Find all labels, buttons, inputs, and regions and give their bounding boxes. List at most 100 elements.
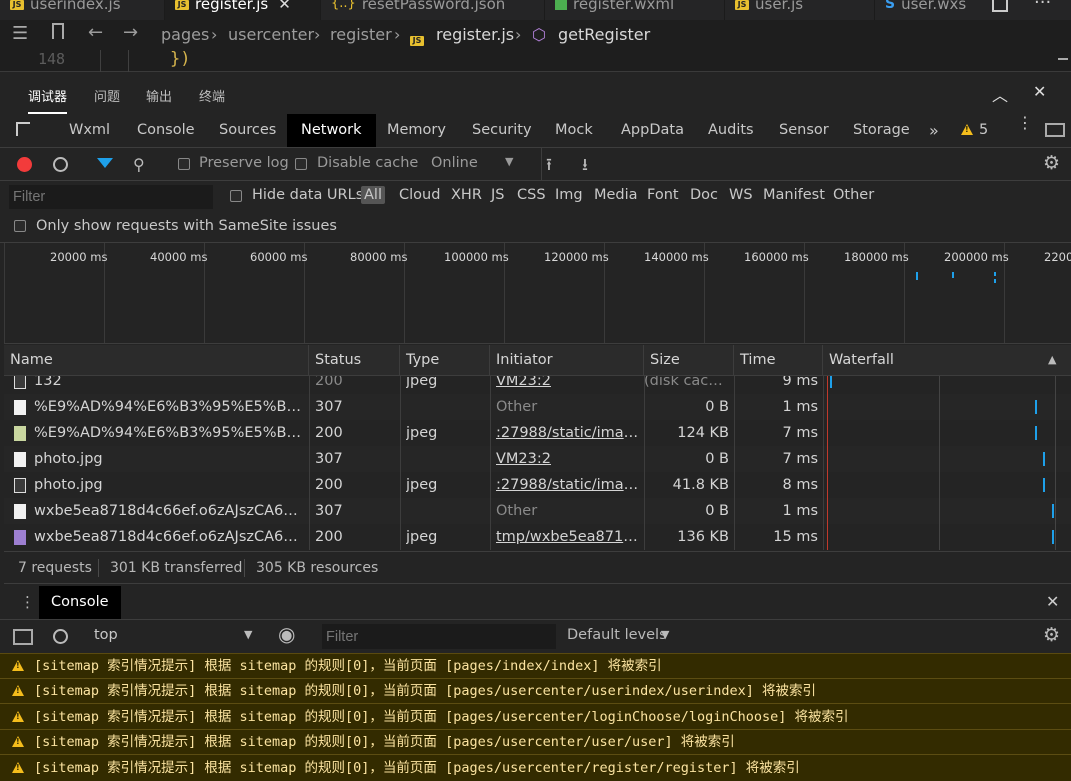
throttle-select[interactable]: Online <box>431 155 478 171</box>
console-warning-message[interactable]: [sitemap 索引情况提示] 根据 sitemap 的规则[0]，当前页面 … <box>0 705 1071 730</box>
request-initiator[interactable]: VM23:2 <box>496 446 640 472</box>
gear-icon[interactable]: ⚙ <box>1043 152 1060 174</box>
column-initiator[interactable]: Initiator <box>490 345 644 376</box>
request-initiator[interactable]: tmp/wxbe5ea8718... <box>496 524 640 550</box>
log-levels-select[interactable]: Default levels <box>567 627 667 643</box>
tab-console[interactable]: Console <box>137 114 195 147</box>
gear-icon[interactable]: ⚙ <box>1043 624 1060 646</box>
network-overview-timeline[interactable]: 20000 ms 40000 ms 60000 ms 80000 ms 1000… <box>4 243 1071 344</box>
breadcrumb-register-js[interactable]: register.js <box>436 25 514 44</box>
bookmark-icon[interactable] <box>52 23 64 39</box>
dock-icon[interactable] <box>1045 123 1065 137</box>
disable-cache-checkbox[interactable] <box>295 158 307 170</box>
hide-data-urls-checkbox[interactable] <box>230 190 242 202</box>
table-row[interactable]: wxbe5ea8718d4c66ef.o6zAJszCA6o_M... 307 … <box>4 498 1071 524</box>
column-size[interactable]: Size <box>644 345 734 376</box>
more-tabs-icon[interactable]: » <box>929 114 939 147</box>
column-name[interactable]: Name <box>4 345 309 376</box>
tab-debugger[interactable]: 调试器 <box>28 86 68 114</box>
breadcrumb-register[interactable]: register <box>330 25 392 44</box>
column-time[interactable]: Time <box>734 345 823 376</box>
editor-tab-userindex[interactable]: JS userindex.js <box>0 0 165 20</box>
filter-type-all[interactable]: All <box>361 186 385 204</box>
forward-arrow-icon[interactable]: → <box>123 22 138 43</box>
filter-icon[interactable] <box>97 158 113 168</box>
context-select[interactable]: top <box>94 627 118 643</box>
tab-terminal[interactable]: 终端 <box>199 86 225 105</box>
preserve-log-checkbox[interactable] <box>178 158 190 170</box>
chevron-up-icon[interactable]: ︿ <box>992 82 1008 106</box>
filter-type-media[interactable]: Media <box>594 187 638 203</box>
console-warning-message[interactable]: [sitemap 索引情况提示] 根据 sitemap 的规则[0]，当前页面 … <box>0 654 1071 679</box>
filter-type-xhr[interactable]: XHR <box>451 187 482 203</box>
breadcrumb-usercenter[interactable]: usercenter <box>228 25 314 44</box>
request-initiator[interactable]: VM23:2 <box>496 376 640 394</box>
export-har-icon[interactable]: ⭳ <box>582 152 588 181</box>
back-arrow-icon[interactable]: ← <box>88 22 103 43</box>
filter-type-img[interactable]: Img <box>555 187 583 203</box>
tab-security[interactable]: Security <box>472 114 532 147</box>
clear-icon[interactable] <box>53 157 68 172</box>
filter-type-font[interactable]: Font <box>647 187 679 203</box>
tab-wxml[interactable]: Wxml <box>69 114 110 147</box>
close-icon[interactable]: ✕ <box>1033 82 1046 101</box>
close-icon[interactable]: ✕ <box>1046 592 1059 611</box>
editor-tab-resetpassword[interactable]: {..} resetPassword.json <box>321 0 545 20</box>
tab-problems[interactable]: 问题 <box>94 86 120 105</box>
record-icon[interactable] <box>17 157 32 172</box>
chevron-down-icon[interactable]: ▼ <box>505 155 513 168</box>
filter-input[interactable] <box>9 185 213 209</box>
inspect-element-icon[interactable] <box>16 122 30 136</box>
filter-type-css[interactable]: CSS <box>517 187 546 203</box>
table-row[interactable]: photo.jpg 200 jpeg :27988/static/image..… <box>4 472 1071 498</box>
table-row[interactable]: wxbe5ea8718d4c66ef.o6zAJszCA6o_M... 200 … <box>4 524 1071 550</box>
console-warning-message[interactable]: [sitemap 索引情况提示] 根据 sitemap 的规则[0]，当前页面 … <box>0 679 1071 704</box>
close-icon[interactable]: ✕ <box>278 0 291 12</box>
editor-tab-register-js[interactable]: JS register.js ✕ <box>165 0 321 20</box>
tab-mock[interactable]: Mock <box>555 114 593 147</box>
tab-output[interactable]: 输出 <box>146 86 172 105</box>
editor-tab-user-wxs[interactable]: S user.wxs <box>875 0 985 20</box>
tab-audits[interactable]: Audits <box>708 114 754 147</box>
chevron-down-icon[interactable]: ▼ <box>244 628 252 641</box>
console-warning-message[interactable]: [sitemap 索引情况提示] 根据 sitemap 的规则[0]，当前页面 … <box>0 756 1071 781</box>
more-icon[interactable]: ··· <box>1034 0 1051 13</box>
list-icon[interactable]: ☰ <box>12 23 28 44</box>
search-icon[interactable]: ⚲ <box>133 155 145 174</box>
tab-console-drawer[interactable]: Console <box>39 586 121 619</box>
console-warning-message[interactable]: [sitemap 索引情况提示] 根据 sitemap 的规则[0]，当前页面 … <box>0 730 1071 755</box>
table-row[interactable]: %E9%AD%94%E6%B3%95%E5%B0%9... 200 jpeg :… <box>4 420 1071 446</box>
table-row[interactable]: photo.jpg 307 VM23:2 0 B 7 ms <box>4 446 1071 472</box>
request-initiator[interactable]: :27988/static/image... <box>496 420 640 446</box>
editor-tab-user-js[interactable]: JS user.js <box>725 0 875 20</box>
filter-type-doc[interactable]: Doc <box>690 187 718 203</box>
eye-icon[interactable]: ◉ <box>278 622 295 646</box>
import-har-icon[interactable]: ⭱ <box>546 152 552 181</box>
tab-memory[interactable]: Memory <box>387 114 446 147</box>
drawer-menu-icon[interactable]: ⋮ <box>20 593 35 611</box>
tab-network[interactable]: Network <box>287 114 376 147</box>
filter-type-cloud[interactable]: Cloud <box>399 187 440 203</box>
table-row[interactable]: %E9%AD%94%E6%B3%95%E5%B0%9... 307 Other … <box>4 394 1071 420</box>
tab-sources[interactable]: Sources <box>219 114 276 147</box>
editor-tab-register-wxml[interactable]: register.wxml <box>545 0 725 20</box>
clear-console-icon[interactable] <box>53 629 68 644</box>
filter-type-ws[interactable]: WS <box>729 187 753 203</box>
tab-storage[interactable]: Storage <box>853 114 910 147</box>
column-waterfall[interactable]: Waterfall <box>823 345 1071 376</box>
sort-asc-icon[interactable]: ▲ <box>1048 353 1056 366</box>
sidebar-toggle-icon[interactable] <box>13 629 33 645</box>
breadcrumb-pages[interactable]: pages <box>161 25 209 44</box>
samesite-checkbox[interactable] <box>14 220 26 232</box>
split-editor-icon[interactable] <box>992 0 1008 12</box>
kebab-menu-icon[interactable]: ⋮ <box>1017 115 1033 131</box>
request-initiator[interactable]: :27988/static/image... <box>496 472 640 498</box>
filter-type-manifest[interactable]: Manifest <box>763 187 825 203</box>
filter-type-js[interactable]: JS <box>491 187 504 203</box>
filter-type-other[interactable]: Other <box>833 187 874 203</box>
column-status[interactable]: Status <box>309 345 400 376</box>
column-type[interactable]: Type <box>400 345 490 376</box>
breadcrumb-getregister[interactable]: getRegister <box>558 25 650 44</box>
code-editor[interactable]: 148 }) <box>0 49 1071 72</box>
chevron-down-icon[interactable]: ▼ <box>661 628 669 641</box>
